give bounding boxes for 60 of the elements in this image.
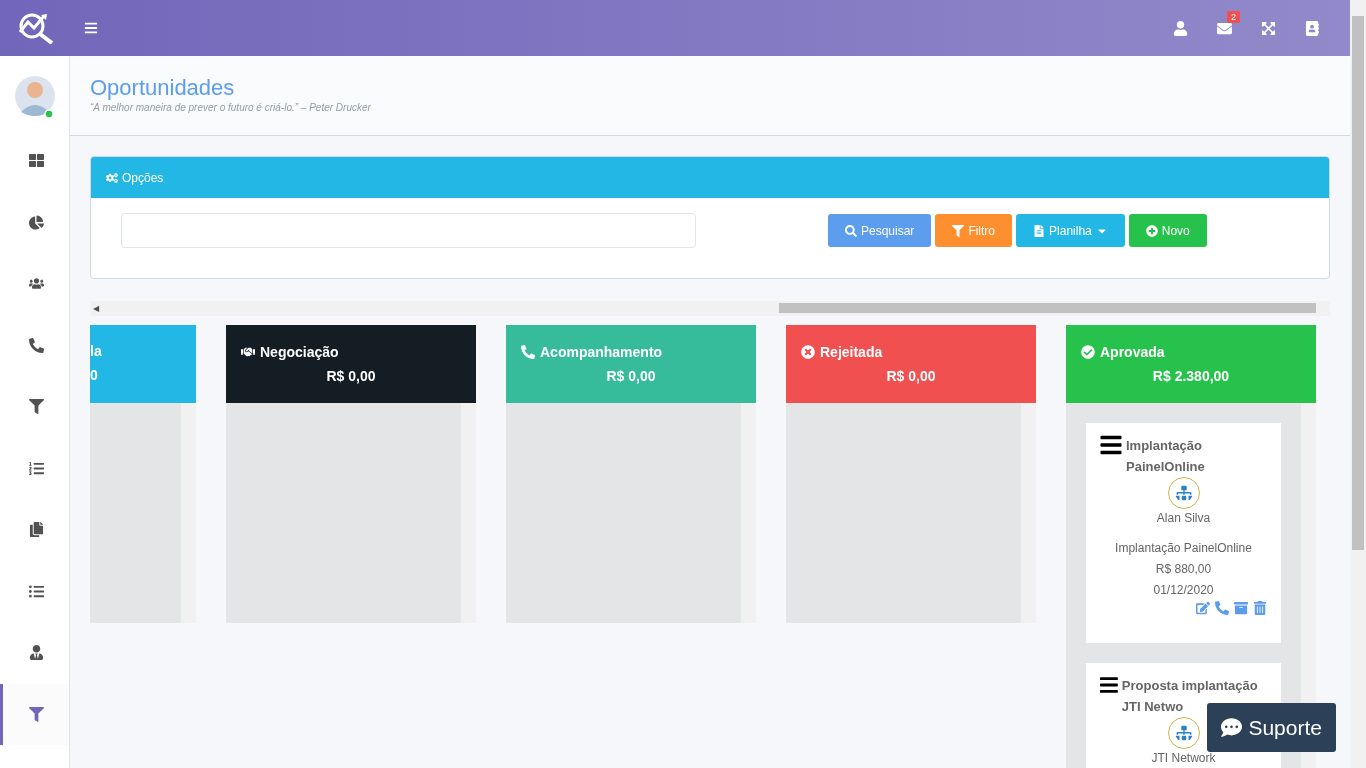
trash-icon[interactable] (1253, 601, 1267, 615)
client-name: Alan Silva (1156, 510, 1211, 527)
search-icon (845, 224, 857, 237)
logo-icon (16, 12, 56, 44)
page-scrollbar[interactable] (1350, 0, 1366, 768)
panel-title: Opções (122, 170, 164, 185)
users-icon (28, 276, 44, 292)
grid-icon (28, 153, 44, 169)
column-title: Rejeitada (820, 344, 883, 360)
card-value: R$ 880,00 (1155, 561, 1212, 578)
opportunity-card[interactable]: Implantação PainelOnline Alan Silva Implantação PainelOnline R$ 880,00 01/12/2020 (1086, 423, 1281, 643)
page-title: Oportunidades (90, 74, 236, 102)
list-icon (28, 583, 44, 599)
expand-icon[interactable] (1260, 20, 1276, 36)
card-description: Implantação PainelOnline (1115, 540, 1252, 557)
column-total: R$ 0,00 (326, 368, 376, 384)
card-date: 01/12/2020 (1153, 582, 1214, 599)
mail-icon[interactable] (1216, 20, 1232, 36)
column-title: Aprovada (1100, 344, 1165, 360)
user-icon (28, 645, 44, 661)
handshake-icon (241, 345, 255, 359)
filter-icon (28, 399, 44, 415)
user-icon[interactable] (1172, 20, 1188, 36)
scroll-left-arrow[interactable]: ◀ (93, 304, 99, 313)
column-title: Acompanhamento (540, 344, 663, 360)
pie-chart-icon (28, 214, 44, 230)
phone-icon[interactable] (1215, 601, 1229, 615)
vertical-scrollbar[interactable] (741, 403, 756, 623)
edit-icon[interactable] (1196, 601, 1210, 615)
gears-icon (106, 171, 118, 184)
horizontal-scrollbar[interactable]: ◀ (90, 301, 1330, 316)
phone-icon (28, 337, 44, 353)
card-title: Implantação PainelOnline (1126, 437, 1206, 476)
column-title: Negociação (260, 344, 339, 360)
drag-handle-icon[interactable] (1100, 433, 1122, 457)
vertical-scrollbar[interactable] (181, 403, 196, 623)
vertical-scrollbar[interactable] (1021, 403, 1036, 623)
sidebar-item[interactable] (0, 683, 69, 745)
column-total: R$ 0,00 (886, 368, 936, 384)
support-chat-toast[interactable]: Suporte (1207, 703, 1336, 752)
column-title: la (90, 343, 102, 359)
filter-icon (28, 706, 44, 722)
numbered-list-icon (28, 460, 44, 476)
page-subtitle: “A melhor maneira de prever o futuro é criá-lo.” – Peter Drucker (90, 102, 372, 113)
column-total: 0 (90, 367, 98, 383)
vertical-scrollbar[interactable] (461, 403, 476, 623)
contacts-icon[interactable] (1304, 20, 1320, 36)
notification-badge: 2 (1227, 11, 1240, 23)
chat-icon (1221, 717, 1243, 738)
search-field[interactable] (121, 213, 696, 248)
column-total: R$ 0,00 (606, 368, 656, 384)
column-total: R$ 2.380,00 (1152, 368, 1230, 384)
phone-icon (521, 345, 535, 359)
filter-icon (952, 224, 965, 237)
scrollbar-thumb[interactable] (779, 303, 1316, 313)
menu-icon[interactable] (84, 21, 98, 35)
document-icon (1033, 224, 1046, 237)
copy-icon (28, 522, 44, 538)
client-name: JTI Network (1151, 750, 1216, 767)
archive-icon[interactable] (1234, 601, 1248, 615)
